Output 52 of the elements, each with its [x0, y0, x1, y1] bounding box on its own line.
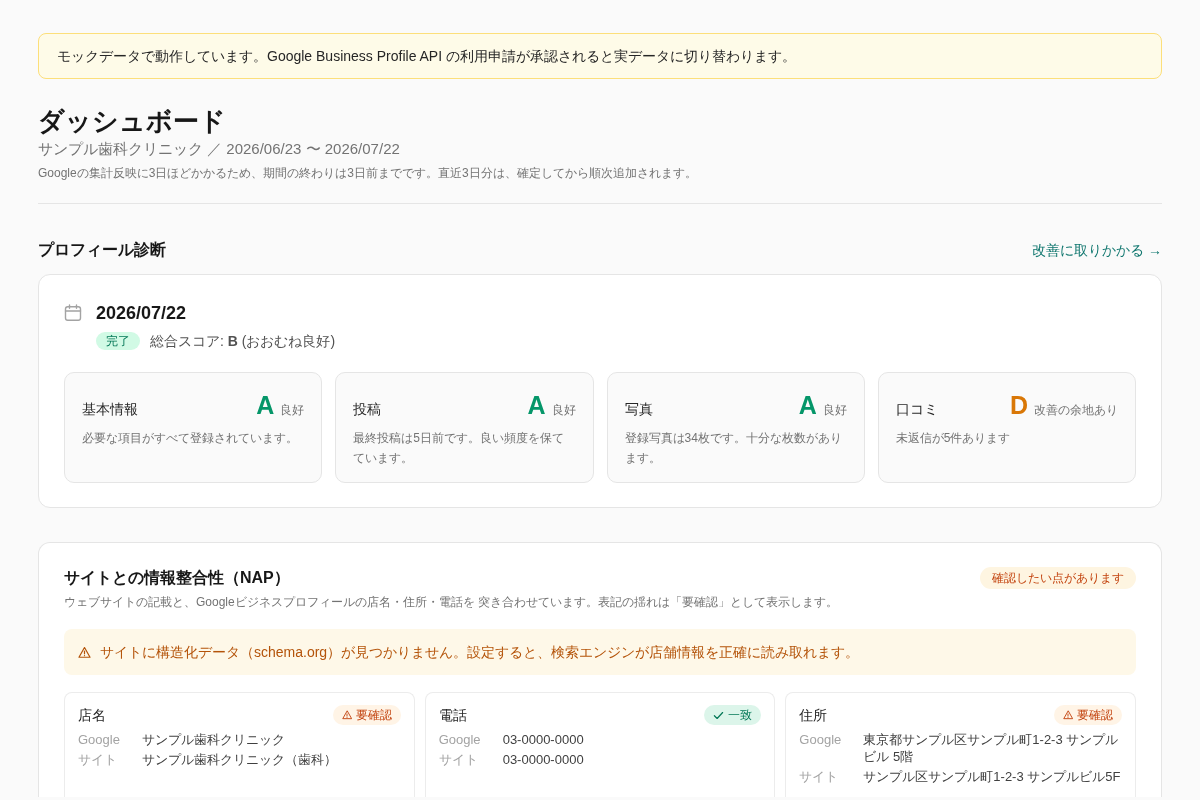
- warning-icon: [78, 645, 91, 659]
- page-subtitle: サンプル歯科クリニック ／ 2026/06/23 〜 2026/07/22: [38, 139, 401, 159]
- category-name: 投稿: [353, 400, 382, 419]
- field-name: 店名: [78, 706, 106, 725]
- category-name: 口コミ: [895, 400, 938, 419]
- category-description: 必要な項目がすべて登録されています。: [82, 430, 299, 447]
- overall-score: 総合スコア: B (おおむね良好): [150, 332, 336, 350]
- field-name: 電話: [438, 706, 467, 725]
- grade-rating: 良好: [280, 402, 305, 418]
- warning-icon: [341, 710, 352, 720]
- grade-rating: 改善の余地あり: [1034, 402, 1118, 418]
- field-value: 03-0000-0000: [502, 731, 584, 748]
- source-label: Google: [799, 731, 843, 749]
- check-icon: [713, 709, 725, 721]
- field-value: 東京都サンプル区サンプル町1-2-3 サンプルビル 5階: [863, 731, 1120, 765]
- improve-link[interactable]: 改善に取りかかる →: [1032, 240, 1162, 260]
- nap-description: ウェブサイトの記載と、Googleビジネスプロフィールの店名・住所・電話を 突き合わせています。表記の揺れは「要確認」として表示します。: [64, 594, 840, 611]
- field-name: 住所: [799, 706, 828, 725]
- calendar-icon: [64, 304, 82, 322]
- source-label: Google: [78, 731, 121, 748]
- section-title: サイトとの情報整合性（NAP）: [64, 568, 290, 588]
- notice-banner: モックデータで動作しています。Google Business Profile API の利用申請が承認されると実データに切り替わります。: [38, 33, 1162, 79]
- field-value: 03-0000-0000: [502, 751, 584, 768]
- category-name: 写真: [624, 400, 653, 419]
- category-description: 登録写真は34枚です。十分な枚数があります。: [624, 430, 843, 467]
- category-description: 最終投稿は5日前です。良い頻度を保てています。: [353, 430, 565, 467]
- grade-rating: 良好: [822, 402, 847, 418]
- grade-letter: A: [798, 390, 817, 421]
- status-badge: 確認したい点があります: [980, 567, 1136, 589]
- warning-icon: [1063, 710, 1073, 720]
- status-badge: 完了: [96, 332, 140, 350]
- grade-letter: A: [256, 390, 275, 421]
- status-text: 一致: [728, 707, 753, 723]
- warning-text: サイトに構造化データ（schema.org）が見つかりません。設定すると、検索エンジンが店舗情報を正確に読み取れます。: [100, 643, 860, 662]
- source-label: サイト: [438, 751, 479, 768]
- section-title: プロフィール診断: [38, 240, 166, 260]
- grade-rating: 良好: [551, 402, 576, 418]
- field-value: サンプル歯科クリニック: [142, 731, 285, 748]
- page-title: ダッシュボード: [38, 105, 227, 138]
- status-text: 要確認: [355, 707, 392, 723]
- grade-letter: A: [527, 390, 546, 421]
- category-name: 基本情報: [82, 400, 138, 419]
- data-delay-note: Googleの集計反映に3日ほどかかるため、期間の終わりは3日前までです。直近3日分は、確定してから順次追加されます。: [38, 165, 698, 182]
- source-label: Google: [438, 731, 482, 748]
- source-label: サイト: [78, 751, 118, 768]
- field-value: サンプル区サンプル町1-2-3 サンプルビル5F: [863, 768, 1121, 785]
- status-text: 要確認: [1077, 707, 1113, 723]
- source-label: サイト: [799, 768, 840, 785]
- diagnosis-date: 2026/07/22: [96, 302, 187, 325]
- grade-letter: D: [1009, 390, 1028, 421]
- category-description: 未返信が5件あります: [895, 430, 1012, 447]
- field-value: サンプル歯科クリニック（歯科）: [142, 751, 337, 768]
